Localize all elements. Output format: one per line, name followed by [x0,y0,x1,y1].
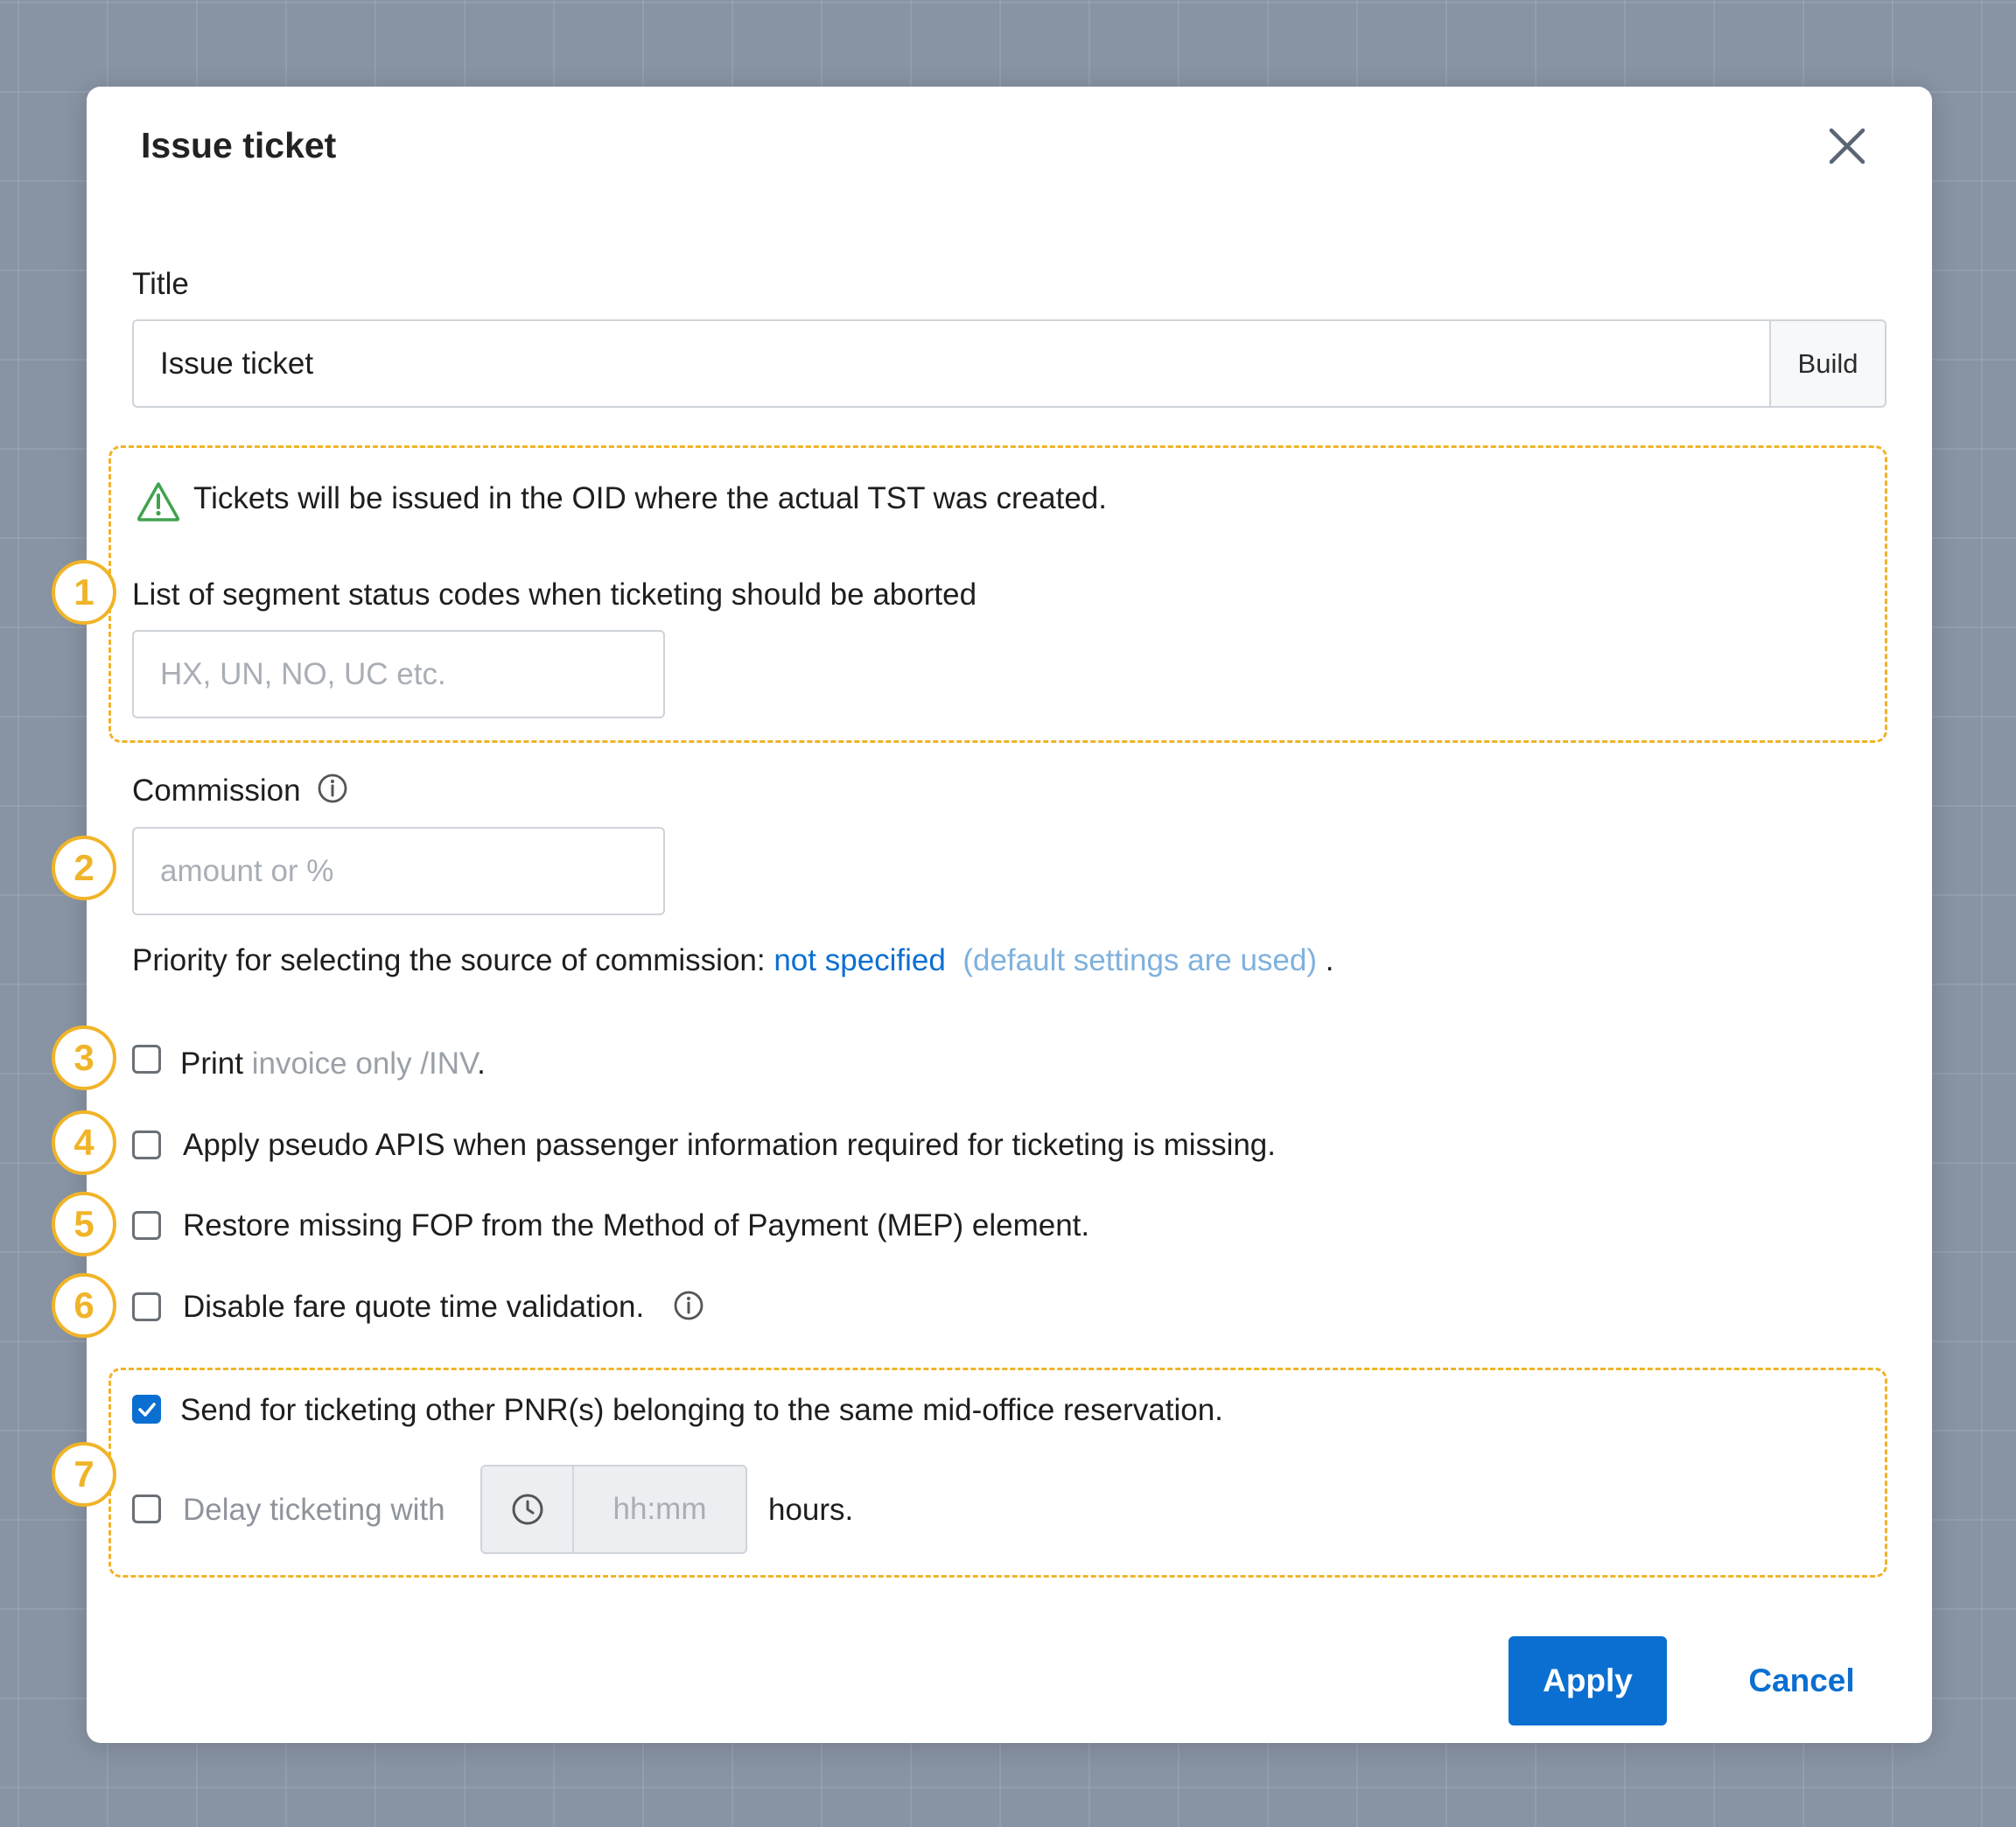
commission-priority-line: Priority for selecting the source of com… [132,943,1334,978]
print-label: Print [180,1046,243,1081]
close-icon[interactable] [1823,122,1872,171]
title-input[interactable] [132,319,1771,408]
segment-status-input[interactable] [132,630,665,718]
delay-time-field [480,1465,747,1554]
step-badge-2: 2 [52,836,116,900]
send-other-pnrs-label: Send for ticketing other PNR(s) belongin… [180,1393,1223,1427]
hours-label: hours. [768,1493,854,1527]
send-other-pnrs-checkbox[interactable] [132,1395,161,1424]
print-invoice-label: Print invoice only /INV. [180,1046,486,1082]
step-badge-6: 6 [52,1273,116,1338]
fare-quote-info-icon[interactable] [673,1290,704,1321]
priority-prefix: Priority for selecting the source of com… [132,943,766,977]
issue-ticket-dialog: Issue ticket Title Build Tickets will be… [52,87,1932,1743]
restore-fop-checkbox[interactable] [132,1211,161,1240]
step-badge-1: 1 [52,560,116,625]
priority-default-note[interactable]: (default settings are used) [962,943,1317,977]
step-badge-3: 3 [52,1026,116,1090]
info-icon[interactable] [317,773,348,804]
pseudo-apis-checkbox[interactable] [132,1130,161,1159]
apply-button[interactable]: Apply [1508,1636,1667,1726]
print-suffix: . [477,1046,486,1081]
delay-time-input[interactable] [574,1466,746,1552]
restore-fop-label: Restore missing FOP from the Method of P… [183,1208,1090,1242]
pseudo-apis-label: Apply pseudo APIS when passenger informa… [183,1128,1276,1162]
build-button[interactable]: Build [1769,319,1886,408]
cancel-button[interactable]: Cancel [1718,1636,1885,1726]
print-invoice-checkbox[interactable] [132,1045,161,1074]
priority-suffix: . [1325,943,1334,977]
segment-status-label: List of segment status codes when ticket… [132,578,977,612]
disable-fare-quote-checkbox[interactable] [132,1292,161,1321]
clock-icon [482,1466,574,1552]
dialog-title: Issue ticket [141,125,337,165]
delay-ticketing-checkbox[interactable] [132,1494,161,1523]
delay-ticketing-label: Delay ticketing with [183,1493,445,1527]
step-badge-7: 7 [52,1442,116,1507]
title-label: Title [132,267,189,301]
commission-input[interactable] [132,827,665,915]
oid-notice-text: Tickets will be issued in the OID where … [193,481,1107,515]
disable-fare-quote-label: Disable fare quote time validation. [183,1290,645,1324]
priority-link[interactable]: not specified [774,943,946,977]
print-invoice-hint: invoice only /INV [251,1046,478,1081]
step-badge-5: 5 [52,1192,116,1256]
step-badge-4: 4 [52,1110,116,1175]
commission-label: Commission [132,774,301,808]
warning-triangle-icon [136,480,181,522]
